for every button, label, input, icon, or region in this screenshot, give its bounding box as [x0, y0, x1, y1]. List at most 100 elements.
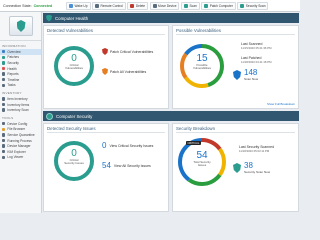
- device-config-icon: [2, 122, 6, 126]
- view-all-label: View All Security Issues: [113, 164, 151, 168]
- security-scan-label: Security Scan: [245, 3, 266, 8]
- sidebar-item-label: Inventory Items: [7, 102, 30, 107]
- security-breakdown-readout: 54 Total Security Issues: [182, 151, 222, 168]
- main-content: Computer Health Detected Vulnerabilities…: [43, 13, 299, 212]
- total-security-issues-caption-2: Issues: [197, 163, 207, 168]
- log-viewer-icon: [2, 155, 6, 159]
- critical-badge: CRITICAL: [186, 141, 201, 146]
- scan-now-label: Scan Now: [244, 77, 259, 81]
- remote-control-button[interactable]: Remote Control: [92, 1, 126, 10]
- show-full-breakdown-link[interactable]: Show Full Breakdown: [267, 102, 295, 106]
- security-scan-button[interactable]: Security Scan: [237, 1, 269, 10]
- detected-vulnerabilities-title: Detected Vulnerabilities: [47, 28, 93, 33]
- scan-shield-icon: [233, 70, 241, 80]
- security-scan-now-count: 38: [244, 161, 253, 170]
- detected-security-issues-card: Detected Security Issues 0 Critical Secu…: [43, 123, 169, 212]
- scan-label: Scan: [189, 3, 197, 8]
- patch-critical-vulnerabilities-link[interactable]: Patch Critical Vulnerabilities: [102, 48, 153, 55]
- sidebar-item-label: Overview: [7, 49, 21, 54]
- last-scanned-date: 11/15/2020 05:21:36 PM: [241, 46, 272, 50]
- view-critical-label: View Critical Security Issues: [109, 144, 154, 148]
- wake-up-icon: [69, 3, 73, 8]
- view-all-security-issues-link[interactable]: 54 View All Security Issues: [102, 162, 151, 170]
- health-icon: [2, 66, 6, 71]
- card-divider: [176, 132, 295, 133]
- delete-icon: [130, 3, 135, 8]
- detected-security-issues-title: Detected Security Issues: [47, 126, 96, 131]
- move-device-button[interactable]: Move Device: [149, 1, 180, 10]
- nav-section-heading: TOOLS: [2, 115, 14, 120]
- sidebar-item-label: Running Process: [7, 138, 32, 143]
- sidebar-item-label: Service Quarantine: [7, 132, 35, 137]
- wake-up-button[interactable]: Wake Up: [66, 1, 91, 10]
- security-icon: [2, 61, 6, 65]
- service-quarantine-icon: [2, 133, 6, 137]
- remote-control-label: Remote Control: [100, 3, 123, 8]
- sidebar-item-label: Item Inventory: [7, 96, 28, 101]
- critical-vulnerabilities-readout: 0 Critical Vulnerabilities: [54, 54, 94, 71]
- sidebar-item-label: Health: [7, 66, 17, 71]
- scan-button[interactable]: Scan: [180, 1, 200, 10]
- connection-state-label: Connection State:: [3, 3, 32, 8]
- sidebar-nav: INFORMATION Overview Patches Security Health…: [0, 41, 41, 160]
- tasks-icon: [2, 83, 6, 88]
- patch-critical-label: Patch Critical Vulnerabilities: [110, 49, 154, 54]
- card-divider: [176, 34, 295, 35]
- sidebar: INFORMATION Overview Patches Security Health…: [0, 12, 42, 213]
- possible-vulnerabilities-readout: 15 Possible Vulnerabilities: [182, 54, 222, 71]
- nav-section-heading: INVENTORY: [2, 91, 22, 96]
- last-security-scanned-date: 11/18/2020 05:03:11 PM: [239, 149, 270, 153]
- sidebar-item-label: Device Config: [7, 121, 28, 126]
- possible-vulnerabilities-caption-2: Vulnerabilities: [193, 66, 211, 71]
- security-breakdown-title: Security Breakdown: [176, 126, 216, 131]
- move-device-label: Move Device: [158, 3, 177, 8]
- scan-icon: [183, 3, 188, 8]
- device-logo-area: [0, 12, 41, 41]
- kim-explorer-icon: [2, 150, 6, 154]
- security-scan-shield-icon: [233, 163, 241, 173]
- overview-icon: [2, 50, 6, 54]
- sidebar-item-label: KIM Explorer: [7, 149, 26, 154]
- sidebar-item-label: Security: [7, 60, 19, 65]
- possible-vulnerabilities-title: Possible Vulnerabilities: [176, 28, 221, 33]
- delete-button[interactable]: Delete: [127, 1, 149, 10]
- running-process-icon: [2, 138, 6, 143]
- sidebar-item-label: Device Manager: [7, 144, 31, 149]
- patch-computer-button[interactable]: Patch Computer: [201, 1, 236, 10]
- scan-now-button[interactable]: 148 Scan Now: [233, 69, 258, 81]
- patches-icon: [2, 55, 6, 60]
- critical-security-issues-caption-2: Security Issues: [64, 161, 84, 166]
- move-device-icon: [152, 3, 157, 8]
- card-divider: [47, 34, 165, 35]
- last-scanned-block: Last Scanned 11/15/2020 05:21:36 PM: [241, 42, 271, 50]
- detected-vulnerabilities-card: Detected Vulnerabilities 0 Critical Vuln…: [43, 25, 169, 109]
- computer-health-title: Computer Health: [55, 15, 89, 21]
- possible-vulnerabilities-card: Possible Vulnerabilities 15 Possible Vul…: [172, 25, 299, 109]
- last-patched-block: Last Patched 11/18/2020 04:41:18 PM: [241, 56, 271, 64]
- scan-now-count: 148: [244, 68, 258, 77]
- sidebar-item-log-viewer[interactable]: Log Viewer: [0, 155, 41, 161]
- timeline-icon: [2, 78, 6, 82]
- all-shield-icon: [102, 68, 108, 75]
- patch-computer-icon: [204, 3, 209, 8]
- sidebar-item-label: Timeline: [7, 77, 20, 82]
- reports-icon: [2, 72, 6, 76]
- view-critical-security-issues-link[interactable]: 0 View Critical Security Issues: [102, 142, 153, 150]
- nav-section-heading: INFORMATION: [2, 44, 26, 48]
- sidebar-item-label: Inventory Scan: [7, 108, 29, 113]
- security-scan-now-button[interactable]: 38 Security Scan Now: [233, 162, 270, 174]
- critical-issues-count: 0: [102, 141, 107, 150]
- connection-status: Connection State: Connected: [0, 4, 62, 8]
- wake-up-label: Wake Up: [74, 3, 88, 8]
- patch-all-vulnerabilities-link[interactable]: Patch All Vulnerabilities: [102, 68, 146, 75]
- sidebar-item-label: File Browser: [7, 127, 26, 132]
- critical-shield-icon: [102, 48, 108, 55]
- all-issues-count: 54: [102, 161, 111, 170]
- sidebar-item-label: Tasks: [7, 83, 16, 88]
- top-bar: Connection State: Connected Wake Up Remo…: [0, 0, 300, 12]
- last-patched-date: 11/18/2020 04:41:18 PM: [241, 60, 272, 64]
- sidebar-item-label: Log Viewer: [7, 155, 24, 160]
- item-inventory-icon: [2, 97, 6, 101]
- security-scan-icon: [240, 3, 245, 8]
- inventory-items-icon: [2, 102, 6, 107]
